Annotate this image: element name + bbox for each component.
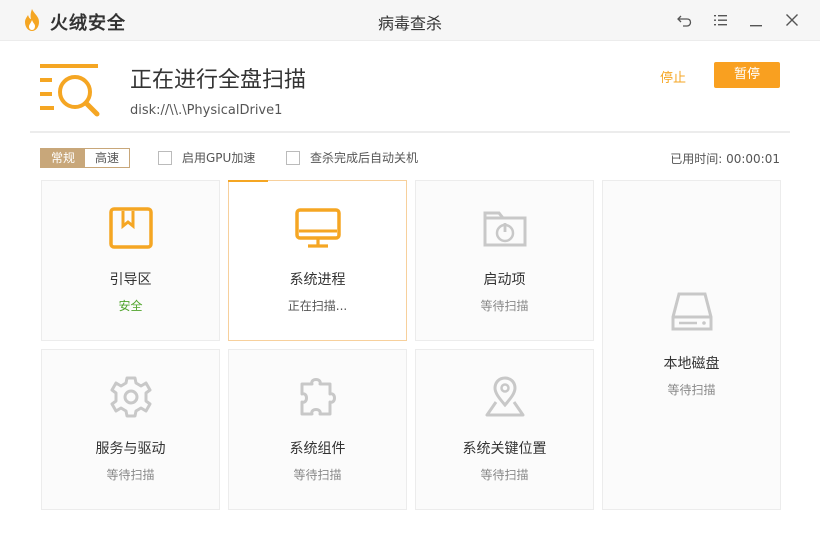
boot-sector-icon: [108, 207, 153, 249]
progress-accent: [228, 180, 268, 182]
mode-normal-option[interactable]: 常规: [41, 149, 85, 167]
scan-path: disk://\\.\PhysicalDrive1: [130, 103, 283, 118]
elapsed-value: 00:00:01: [726, 152, 780, 166]
shutdown-checkbox-label: 查杀完成后自动关机: [310, 151, 419, 165]
window-title: 病毒查杀: [377, 14, 442, 33]
elapsed-time: 已用时间: 00:00:01: [670, 150, 780, 167]
gear-icon: [110, 376, 151, 418]
card-system-components[interactable]: 系统组件 等待扫描: [228, 349, 407, 510]
card-status: 等待扫描: [106, 468, 155, 482]
card-name: 启动项: [483, 272, 526, 288]
card-local-disk[interactable]: 本地磁盘 等待扫描: [602, 180, 781, 510]
puzzle-icon: [300, 378, 336, 416]
card-status: 等待扫描: [667, 383, 716, 397]
title-bar: 火绒安全 病毒查杀: [0, 0, 820, 41]
scan-mode-toggle: 常规 高速: [40, 148, 130, 168]
elapsed-label: 已用时间:: [670, 152, 723, 166]
pause-button[interactable]: 暂停: [714, 62, 780, 88]
scan-magnifier-icon: [40, 64, 100, 117]
card-name: 本地磁盘: [663, 356, 720, 372]
auto-shutdown-checkbox[interactable]: 查杀完成后自动关机: [286, 149, 418, 166]
card-boot-sector[interactable]: 引导区 安全: [41, 180, 220, 341]
startup-folder-icon: [483, 211, 526, 247]
location-pin-icon: [485, 376, 524, 417]
hard-disk-icon: [671, 292, 712, 331]
card-startup-items[interactable]: 启动项 等待扫描: [415, 180, 594, 341]
card-name: 系统关键位置: [462, 441, 547, 457]
shutdown-checkbox-box[interactable]: [286, 150, 300, 165]
card-name: 服务与驱动: [95, 441, 166, 457]
scan-title: 正在进行全盘扫描: [130, 68, 307, 93]
monitor-icon: [294, 208, 341, 248]
card-status: 正在扫描...: [287, 299, 348, 313]
card-name: 系统进程: [289, 272, 346, 288]
gpu-checkbox-box[interactable]: [158, 150, 172, 165]
header-divider: [30, 131, 790, 133]
card-key-locations[interactable]: 系统关键位置 等待扫描: [415, 349, 594, 510]
stop-button[interactable]: 停止: [660, 67, 686, 86]
mode-fast-option[interactable]: 高速: [85, 149, 129, 167]
card-status: 安全: [118, 299, 143, 313]
gpu-accel-checkbox[interactable]: 启用GPU加速: [158, 149, 255, 166]
card-system-processes[interactable]: 系统进程 正在扫描...: [228, 180, 407, 341]
card-status: 等待扫描: [293, 468, 342, 482]
card-name: 引导区: [109, 272, 152, 288]
card-status: 等待扫描: [480, 299, 529, 313]
gpu-checkbox-label: 启用GPU加速: [182, 151, 256, 165]
close-button[interactable]: [782, 10, 802, 30]
undo-arrow-icon: [677, 15, 692, 27]
back-button[interactable]: [675, 10, 695, 30]
card-name: 系统组件: [289, 441, 346, 457]
card-services-drivers[interactable]: 服务与驱动 等待扫描: [41, 349, 220, 510]
minimize-icon: [750, 25, 762, 27]
minimize-button[interactable]: [746, 10, 766, 30]
close-icon: [786, 14, 798, 26]
card-status: 等待扫描: [480, 468, 529, 482]
menu-list-icon: [714, 15, 727, 26]
menu-button[interactable]: [710, 10, 730, 30]
